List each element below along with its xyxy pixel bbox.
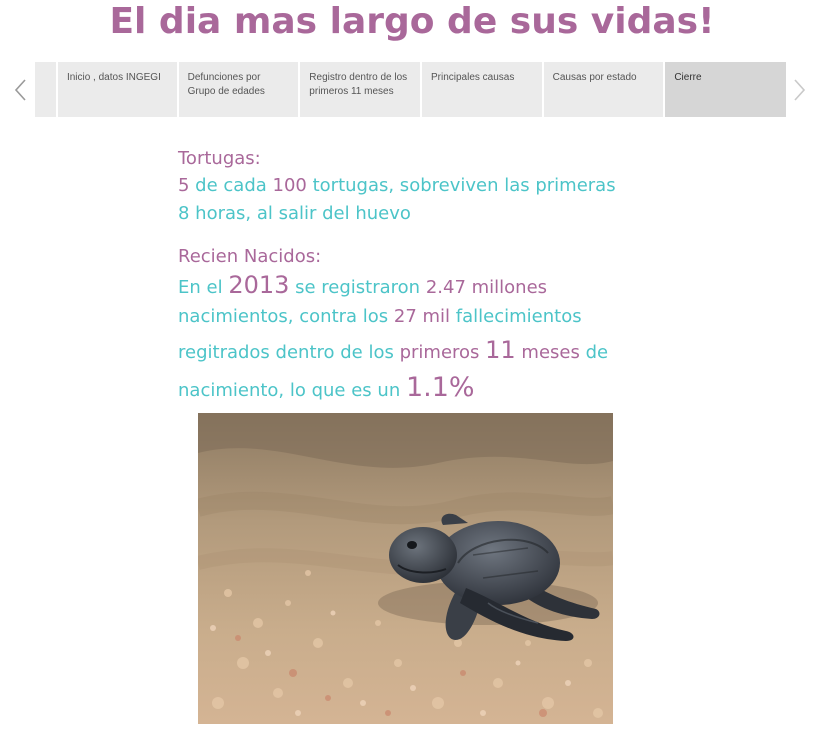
- newborns-percentage: 1.1%: [405, 372, 475, 403]
- newborns-text: de: [579, 342, 609, 363]
- newborns-first: primeros: [399, 342, 480, 363]
- newborns-months: 11: [485, 336, 516, 364]
- newborns-line-2: nacimientos, contra los 27 mil fallecimi…: [178, 303, 648, 331]
- newborns-text: nacimiento, lo que es un: [178, 380, 406, 401]
- newborns-births: 2.47 millones: [425, 277, 548, 298]
- newborns-text: En el: [178, 277, 229, 298]
- turtles-text: tortugas, sobreviven las primeras: [306, 175, 616, 196]
- turtles-total: 100: [272, 175, 307, 196]
- newborns-text: se registraron: [289, 277, 426, 298]
- newborns-line-4: nacimiento, lo que es un 1.1%: [178, 372, 648, 407]
- tab-leading-spacer: [35, 62, 56, 117]
- turtles-line-2: 8 horas, al salir del huevo: [178, 203, 411, 224]
- tab-inicio[interactable]: Inicio , datos INGEGI: [57, 62, 177, 117]
- tab-defunciones[interactable]: Defunciones por Grupo de edades: [178, 62, 299, 117]
- baby-turtle-photo: [198, 413, 613, 724]
- turtles-count: 5: [178, 175, 190, 196]
- story-tab-bar: Inicio , datos INGEGI Defunciones por Gr…: [35, 62, 786, 117]
- turtles-line-1: 5 de cada 100 tortugas, sobreviven las p…: [178, 172, 648, 200]
- newborns-line-3: regitrados dentro de los primeros 11 mes…: [178, 331, 648, 372]
- newborns-heading: Recien Nacidos:: [178, 246, 322, 267]
- newborns-text: nacimientos, contra los: [178, 306, 394, 327]
- newborns-line-1: En el 2013 se registraron 2.47 millones: [178, 270, 648, 303]
- tab-principales-causas[interactable]: Principales causas: [421, 62, 542, 117]
- turtles-text: de cada: [189, 175, 273, 196]
- newborns-months-word: meses: [515, 342, 580, 363]
- tab-cierre[interactable]: Cierre: [665, 62, 786, 117]
- tab-registro[interactable]: Registro dentro de los primeros 11 meses: [300, 62, 420, 117]
- turtles-heading: Tortugas:: [178, 148, 261, 169]
- newborns-year: 2013: [228, 271, 290, 299]
- newborns-deaths: 27 mil: [393, 306, 451, 327]
- newborns-text: fallecimientos: [450, 306, 582, 327]
- story-text: Tortugas: 5 de cada 100 tortugas, sobrev…: [178, 146, 648, 407]
- chevron-left-icon[interactable]: [12, 78, 30, 102]
- chevron-right-icon[interactable]: [790, 78, 808, 102]
- page-title: El dia mas largo de sus vidas!: [109, 1, 715, 42]
- tab-causas-por-estado[interactable]: Causas por estado: [543, 62, 664, 117]
- newborns-text: regitrados dentro de los: [178, 342, 400, 363]
